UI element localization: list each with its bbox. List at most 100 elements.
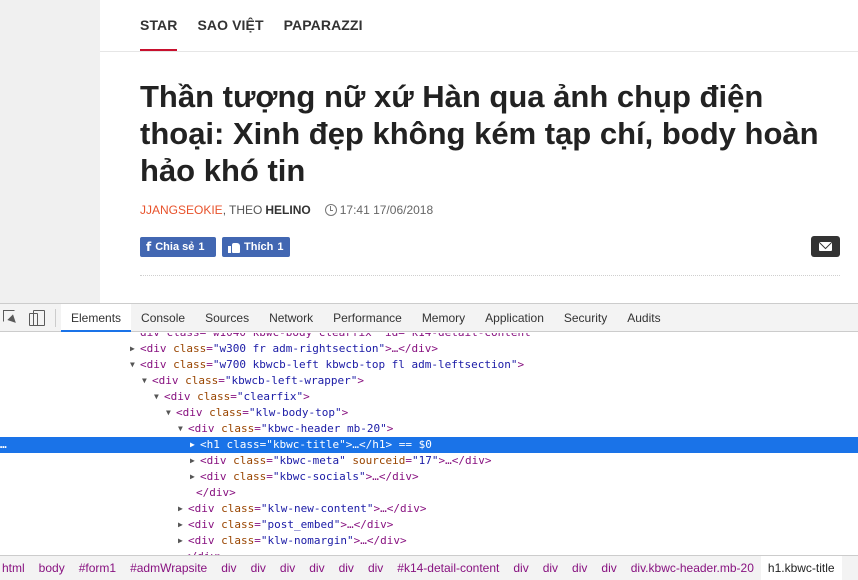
tag-name: <div (200, 454, 227, 467)
dom-node[interactable]: ▶ <div class="w300 fr adm-rightsection">…… (0, 341, 858, 357)
breadcrumb-item[interactable]: div (506, 556, 535, 580)
breadcrumb-item[interactable]: #admWrapsite (123, 556, 214, 580)
dom-node[interactable]: </div> (0, 485, 858, 501)
collapse-triangle-icon[interactable]: ▼ (130, 357, 140, 373)
nav-item-paparazzi[interactable]: PAPARAZZI (284, 0, 363, 52)
attribute-name: class (221, 502, 255, 515)
expand-triangle-icon[interactable]: ▶ (130, 341, 140, 357)
attribute-name: sourceid (352, 454, 406, 467)
dom-node-content: ▶ <div class="kbwc-socials">…</div> (190, 469, 419, 485)
tag-tail: >…</div> (385, 342, 439, 355)
dom-node-text: div class="w1040 kbwc-body clearfix" id=… (140, 333, 537, 339)
facebook-share-button[interactable]: f Chia sẻ 1 (140, 237, 216, 257)
collapse-triangle-icon[interactable]: ▼ (154, 389, 164, 405)
tab-console[interactable]: Console (131, 304, 195, 332)
dom-node-content: ▼ <div class="klw-body-top"> (166, 405, 348, 421)
expand-triangle-icon[interactable]: ▶ (178, 533, 188, 549)
expand-triangle-icon[interactable]: ▶ (190, 437, 200, 453)
dom-node[interactable]: ▶ <div class="klw-new-content">…</div> (0, 501, 858, 517)
dom-node-content: ▶ <h1 class="kbwc-title">…</h1> == $0 (190, 437, 432, 453)
breadcrumb-item[interactable]: h1.kbwc-title (760, 556, 842, 580)
dom-node[interactable]: ▶ <div class="kbwc-socials">…</div> (0, 469, 858, 485)
breadcrumb-item[interactable]: div (332, 556, 361, 580)
attribute-value: "kbwcb-left-wrapper" (224, 374, 358, 387)
page-background: STAR SAO VIỆT PAPARAZZI Thần tượng nữ xứ… (0, 0, 858, 303)
tab-network[interactable]: Network (259, 304, 323, 332)
breadcrumb-item[interactable]: div (565, 556, 594, 580)
dom-node[interactable]: ▼ <div class="kbwc-header mb-20"> (0, 421, 858, 437)
dom-node-content: ▶ <div class="kbwc-meta" sourceid="17">…<… (190, 453, 491, 469)
attribute-name: class (221, 534, 255, 547)
tag-name: <div (176, 406, 203, 419)
share-count: 1 (198, 241, 205, 253)
device-toolbar-icon[interactable] (29, 310, 45, 326)
tag-name: <div (188, 422, 215, 435)
breadcrumb-item[interactable]: div (214, 556, 243, 580)
attribute-value: "klw-body-top" (248, 406, 342, 419)
dom-node-content: ▶ <div class="w300 fr adm-rightsection">…… (130, 341, 438, 357)
breadcrumb-item[interactable]: div (273, 556, 302, 580)
tag-name: <div (164, 390, 191, 403)
dom-node[interactable]: ▶ <div class="post_embed">…</div> (0, 517, 858, 533)
breadcrumb-item[interactable]: html (0, 556, 32, 580)
attribute-value: "klw-new-content" (260, 502, 374, 515)
breadcrumb-item[interactable]: div (536, 556, 565, 580)
collapse-triangle-icon[interactable]: ▼ (166, 405, 176, 421)
dom-node[interactable]: div class="w1040 kbwc-body clearfix" id=… (0, 333, 858, 341)
like-label: Thích (244, 241, 274, 253)
attribute-name: class (209, 406, 243, 419)
breadcrumb-item[interactable]: div (302, 556, 331, 580)
collapse-triangle-icon[interactable]: ▼ (142, 373, 152, 389)
dom-node[interactable]: ▶ <div class="klw-nomargin">…</div> (0, 533, 858, 549)
expand-triangle-icon[interactable]: ▶ (178, 501, 188, 517)
breadcrumb-item[interactable]: div.kbwc-header.mb-20 (624, 556, 761, 580)
dom-tree: div class="w1040 kbwc-body clearfix" id=… (0, 333, 858, 555)
facebook-like-button[interactable]: Thích 1 (222, 237, 290, 257)
breadcrumb-item[interactable]: div (594, 556, 623, 580)
attribute-equals: = (405, 454, 412, 467)
breadcrumb-item[interactable]: body (32, 556, 72, 580)
tab-application[interactable]: Application (475, 304, 554, 332)
nav-item-sao-viet[interactable]: SAO VIỆT (197, 0, 263, 52)
expand-triangle-icon[interactable]: ▶ (178, 517, 188, 533)
article-meta: JJANGSEOKIE , THEO HELINO 17:41 17/06/201… (140, 202, 433, 218)
dom-node[interactable]: ▶ <div class="kbwc-meta" sourceid="17">…<… (0, 453, 858, 469)
tag-name: <div (188, 518, 215, 531)
tab-performance[interactable]: Performance (323, 304, 412, 332)
tab-memory[interactable]: Memory (412, 304, 475, 332)
inspect-element-icon[interactable] (3, 310, 18, 325)
tag-tail: >…</div> (365, 470, 419, 483)
attribute-equals: = (230, 390, 237, 403)
breadcrumb-item[interactable]: #k14-detail-content (390, 556, 506, 580)
dom-node[interactable]: ▼ <div class="w700 kbwcb-left kbwcb-top f… (0, 357, 858, 373)
tab-sources[interactable]: Sources (195, 304, 259, 332)
tag-name: <div (188, 534, 215, 547)
attribute-value: "w700 kbwcb-left kbwcb-top fl adm-leftse… (212, 358, 518, 371)
email-share-button[interactable] (811, 236, 840, 257)
breadcrumb-item[interactable]: div (244, 556, 273, 580)
attribute-equals: = (218, 374, 225, 387)
author-link[interactable]: JJANGSEOKIE (140, 202, 223, 218)
attribute-equals: = (254, 534, 261, 547)
expand-triangle-icon[interactable]: ▶ (190, 469, 200, 485)
tag-tail: > (386, 422, 394, 435)
dom-node-selected[interactable]: … ▶ <h1 class="kbwc-title">…</h1> == $0 (0, 437, 858, 453)
dom-node-content: ▶ <div class="post_embed">…</div> (178, 517, 393, 533)
facebook-icon: f (146, 240, 152, 254)
dom-node[interactable]: ▼ <div class="klw-body-top"> (0, 405, 858, 421)
tag-name: <h1 (200, 438, 220, 451)
share-label: Chia sẻ (155, 241, 195, 253)
tag-tail: >…</div> (340, 518, 394, 531)
breadcrumb-item[interactable]: #form1 (72, 556, 123, 580)
nav-item-star[interactable]: STAR (140, 0, 178, 52)
dom-node[interactable]: ▼ <div class="kbwcb-left-wrapper"> (0, 373, 858, 389)
collapse-triangle-icon[interactable]: ▼ (178, 421, 188, 437)
dom-node[interactable]: ▼ <div class="clearfix"> (0, 389, 858, 405)
breadcrumb-item[interactable]: div (361, 556, 390, 580)
attribute-name: class (197, 390, 231, 403)
tag-name: <div (140, 358, 167, 371)
expand-triangle-icon[interactable]: ▶ (190, 453, 200, 469)
tab-elements[interactable]: Elements (61, 304, 132, 332)
tab-security[interactable]: Security (554, 304, 617, 332)
tab-audits[interactable]: Audits (617, 304, 670, 332)
